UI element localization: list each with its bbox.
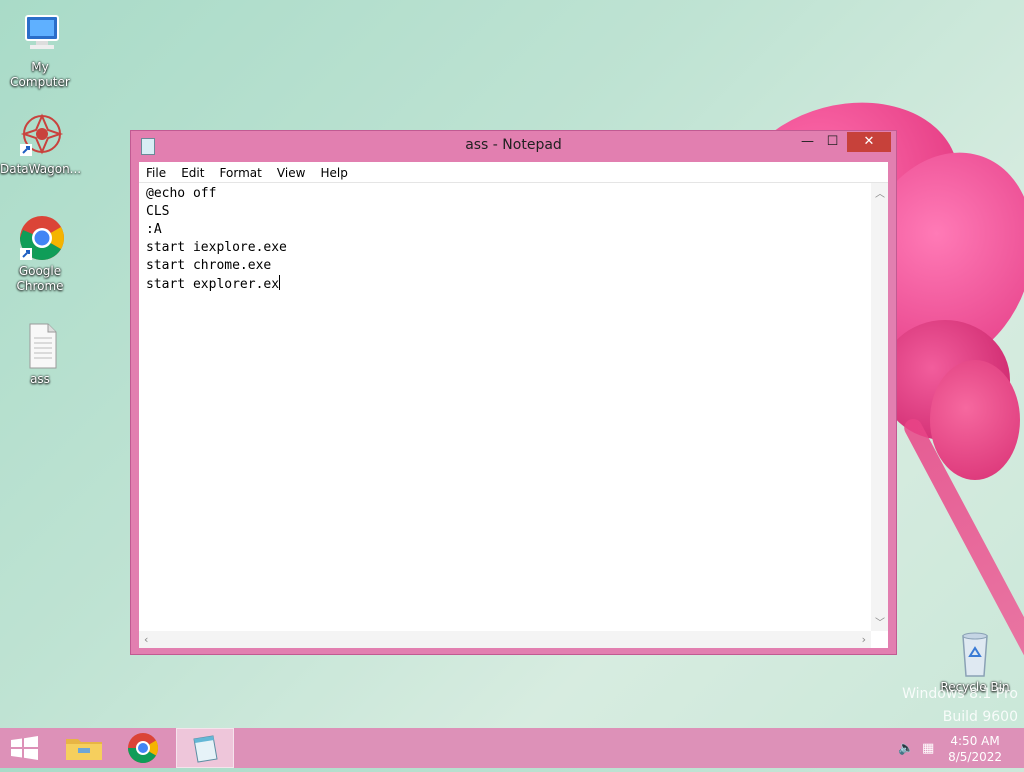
- recycle-bin-icon: [951, 630, 999, 678]
- scroll-up-arrow-icon[interactable]: ︿: [875, 185, 885, 200]
- chrome-icon: [128, 733, 159, 764]
- title-bar[interactable]: ass - Notepad — ☐ ✕: [131, 131, 896, 161]
- start-button[interactable]: [0, 728, 58, 768]
- chrome-icon: [16, 214, 64, 262]
- menu-format[interactable]: Format: [215, 163, 267, 183]
- maximize-button[interactable]: ☐: [819, 132, 846, 152]
- notepad-icon: [193, 735, 218, 763]
- chrome-label: Google Chrome: [16, 264, 64, 293]
- datawagon-icon: [16, 112, 64, 160]
- desktop-icon-datawagon[interactable]: DataWagon...: [0, 112, 81, 177]
- editor-line: CLS: [146, 204, 170, 219]
- desktop-icon-my-computer[interactable]: My Computer: [0, 10, 80, 90]
- file-explorer-icon: [66, 739, 102, 760]
- editor-line-last: start explorer.ex: [146, 275, 287, 293]
- scroll-right-arrow-icon[interactable]: ›: [862, 633, 866, 646]
- vertical-scrollbar[interactable]: ︿ ﹀: [871, 183, 888, 631]
- taskbar: 🔈 ▦ 4:50 AM 8/5/2022: [0, 728, 1024, 768]
- desktop-icon-ass[interactable]: ass: [0, 322, 80, 387]
- editor-line: :A: [146, 222, 162, 237]
- menu-view[interactable]: View: [272, 163, 310, 183]
- minimize-button[interactable]: —: [794, 132, 821, 152]
- notepad-window: ass - Notepad — ☐ ✕ File Edit Format Vie…: [130, 130, 897, 655]
- clock-time: 4:50 AM: [950, 734, 1000, 748]
- start-icon: [11, 736, 38, 760]
- network-icon[interactable]: ▦: [922, 741, 934, 756]
- windows-watermark-build: Build 9600: [942, 709, 1018, 725]
- editor-line: start chrome.exe: [146, 258, 272, 273]
- menu-bar: File Edit Format View Help: [139, 162, 888, 183]
- menu-edit[interactable]: Edit: [176, 163, 209, 183]
- scroll-left-arrow-icon[interactable]: ‹: [144, 633, 148, 646]
- clock-date: 8/5/2022: [948, 750, 1002, 764]
- taskbar-notepad[interactable]: [176, 728, 234, 768]
- editor-line: start iexplore.exe: [146, 240, 287, 255]
- windows-watermark-edition: Windows 8.1 Pro: [902, 686, 1018, 702]
- desktop-icon-google-chrome[interactable]: Google Chrome: [0, 214, 80, 294]
- close-button[interactable]: ✕: [847, 132, 891, 152]
- editor-line-text: start explorer.ex: [146, 277, 280, 292]
- computer-icon: [16, 10, 64, 58]
- menu-help[interactable]: Help: [316, 163, 353, 183]
- text-file-icon: [16, 322, 64, 370]
- taskbar-chrome[interactable]: [114, 728, 172, 768]
- taskbar-file-explorer[interactable]: [56, 728, 114, 768]
- text-caret: [279, 275, 281, 290]
- text-editor[interactable]: @echo off CLS :A start iexplore.exe star…: [139, 183, 888, 648]
- editor-line: @echo off: [146, 186, 217, 201]
- taskbar-clock[interactable]: 4:50 AM 8/5/2022: [948, 733, 1002, 765]
- scroll-down-arrow-icon[interactable]: ﹀: [875, 614, 885, 629]
- volume-muted-icon[interactable]: 🔈: [898, 741, 914, 756]
- window-title: ass - Notepad: [465, 137, 562, 153]
- horizontal-scrollbar[interactable]: ‹ ›: [139, 631, 871, 648]
- editor-content[interactable]: @echo off CLS :A start iexplore.exe star…: [146, 185, 287, 293]
- menu-file[interactable]: File: [141, 163, 171, 183]
